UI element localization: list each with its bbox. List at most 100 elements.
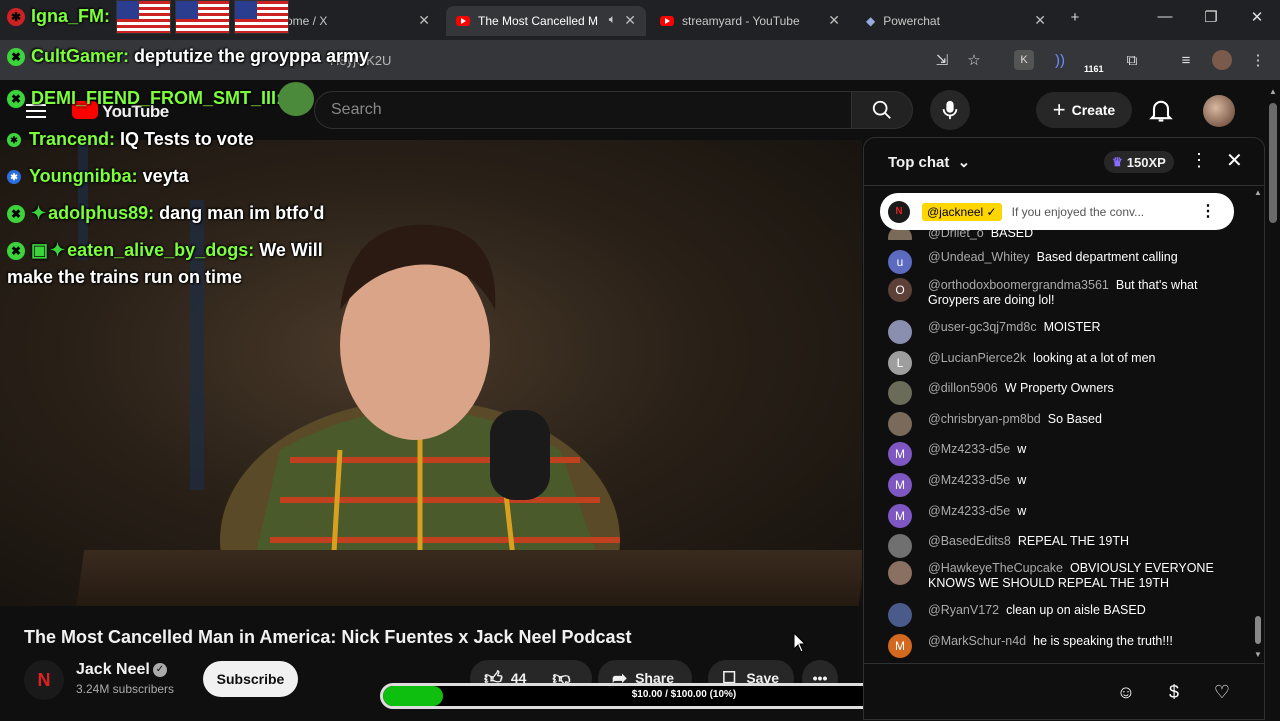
restore-button[interactable]: ❐ [1196, 8, 1226, 26]
chat-text: REPEAL THE 19TH [1017, 534, 1130, 548]
chat-text: w [1017, 473, 1027, 487]
new-tab-button[interactable]: + [1060, 9, 1090, 26]
microphone-icon [942, 100, 958, 120]
chat-message: M @Mz4233-d5e w [888, 473, 1228, 497]
chat-author[interactable]: @HawkeyeTheCupcake [928, 561, 1063, 575]
chat-scrollbar[interactable]: ▲ ▼ [1252, 186, 1264, 661]
chat-text: w [1017, 504, 1027, 518]
notifications-bell-icon[interactable] [1146, 96, 1176, 124]
more-vertical-icon[interactable]: ⋮ [1190, 150, 1208, 171]
chat-text: So Based [1047, 412, 1102, 426]
account-avatar[interactable] [1203, 95, 1235, 127]
user-avatar: M [888, 473, 912, 497]
scroll-up-icon[interactable]: ▲ [1269, 87, 1277, 96]
chat-author[interactable]: @Mz4233-d5e [928, 504, 1010, 518]
chat-author[interactable]: @Mz4233-d5e [928, 473, 1010, 487]
heart-icon[interactable]: ♡ [1210, 680, 1234, 704]
close-icon[interactable]: ✕ [624, 12, 636, 29]
extension-icon[interactable]: K [1014, 50, 1034, 70]
browser-menu-icon[interactable]: ⋮ [1248, 50, 1268, 70]
overlay-username: CultGamer: [31, 46, 130, 66]
overlay-chat-line: ✱ Igna_FM: [7, 6, 110, 27]
channel-avatar[interactable]: N [24, 660, 64, 700]
subscribe-button[interactable]: Subscribe [203, 661, 298, 697]
overlay-chat-line: ✖ CultGamer: deptutize the groyppa army [7, 46, 369, 67]
tab-streamyard[interactable]: streamyard - YouTube ✕ [650, 6, 850, 36]
powerchat-icon: ◆ [866, 14, 876, 28]
page-scroll-thumb[interactable] [1269, 103, 1277, 223]
overlay-username: adolphus89: [48, 203, 155, 223]
overlay-username: eaten_alive_by_dogs: [67, 240, 255, 260]
close-icon[interactable]: ✕ [418, 12, 430, 29]
user-badge-icon: ✖ [7, 48, 25, 66]
extension-badge: 1161 [1084, 64, 1104, 74]
extension-icon[interactable]: )) [1050, 50, 1070, 70]
user-avatar [888, 534, 912, 558]
chat-author[interactable]: @BasedEdits8 [928, 534, 1011, 548]
extensions-puzzle-icon[interactable]: ⧉ [1122, 50, 1142, 70]
user-badge-icon: ✱ [7, 170, 21, 184]
tab-youtube-video[interactable]: The Most Cancelled M 🔈︎ ✕ [446, 6, 646, 36]
tab-label: streamyard - YouTube [682, 14, 800, 28]
minimize-button[interactable]: — [1150, 8, 1180, 25]
user-avatar: u [888, 250, 912, 274]
user-avatar: L [888, 351, 912, 375]
page-scrollbar[interactable]: ▲ [1266, 85, 1280, 720]
search-input[interactable] [315, 92, 851, 128]
chat-author[interactable]: @Mz4233-d5e [928, 442, 1010, 456]
overlay-chat-lines: ✱ Igna_FM: ✖ CultGamer: deptutize the groy… [0, 0, 380, 300]
diamond-icon: ✦ [50, 240, 66, 260]
close-icon[interactable]: ✕ [1226, 148, 1243, 173]
chat-header: Top chat ⌄ ♛ 150XP ⋮ ✕ [864, 138, 1264, 186]
tab-label: Powerchat [883, 14, 940, 28]
more-vertical-icon[interactable]: ⋮ [1200, 201, 1216, 221]
overlay-message: make the trains run on time [7, 267, 243, 287]
us-flag-emote [234, 0, 289, 34]
chat-input-row: ☺ $ ♡ [864, 663, 1264, 721]
chat-author[interactable]: @chrisbryan-pm8bd [928, 412, 1041, 426]
chat-author[interactable]: @user-gc3qj7md8c [928, 320, 1037, 334]
media-control-icon[interactable]: ≡ [1176, 50, 1196, 70]
pinned-message[interactable]: N @jackneel ✓ If you enjoyed the conv...… [880, 193, 1234, 230]
chat-author[interactable]: @MarkSchur-n4d [928, 634, 1026, 648]
chat-author[interactable]: @dillon5906 [928, 381, 998, 395]
create-button[interactable]: + Create [1036, 92, 1132, 128]
overlay-chat-line: ✖ DEMI_FIEND_FROM_SMT_III: [7, 88, 282, 109]
scroll-down-icon[interactable]: ▼ [1254, 650, 1262, 659]
user-badge-icon: ✖ [7, 242, 25, 260]
overlay-message: We Will [259, 240, 323, 260]
user-badge-icon: ✖ [7, 90, 25, 108]
user-badge-icon: ✱ [7, 8, 25, 26]
bookmark-star-icon[interactable]: ☆ [964, 50, 984, 70]
extension-icon[interactable]: 1161 [1084, 50, 1106, 74]
chat-text: Based department calling [1036, 250, 1178, 264]
scroll-up-icon[interactable]: ▲ [1254, 188, 1262, 197]
super-chat-icon[interactable]: $ [1162, 680, 1186, 704]
install-icon[interactable]: ⇲ [932, 50, 952, 70]
plus-icon: + [1052, 97, 1066, 122]
pinned-author: @jackneel ✓ [922, 202, 1002, 221]
close-icon[interactable]: ✕ [1034, 12, 1046, 29]
xp-badge[interactable]: ♛ 150XP [1104, 151, 1174, 173]
chat-author[interactable]: @RyanV172 [928, 603, 999, 617]
chat-author[interactable]: @Undead_Whitey [928, 250, 1030, 264]
channel-name[interactable]: Jack Neel [76, 661, 150, 679]
profile-avatar[interactable] [1212, 50, 1232, 70]
overlay-message: dang man im btfo'd [159, 203, 325, 223]
chat-author[interactable]: @LucianPierce2k [928, 351, 1026, 365]
voice-search-button[interactable] [930, 90, 970, 130]
chat-mode-label: Top chat [888, 154, 950, 171]
user-badge-icon: ✖ [7, 205, 25, 223]
user-avatar [888, 561, 912, 585]
chat-author[interactable]: @orthodoxboomergrandma3561 [928, 278, 1109, 292]
chat-mode-dropdown[interactable]: Top chat ⌄ [888, 153, 970, 171]
close-icon[interactable]: ✕ [828, 12, 840, 29]
youtube-icon [660, 16, 674, 26]
window-close-button[interactable]: ✕ [1242, 8, 1272, 26]
tab-powerchat[interactable]: ◆ Powerchat ✕ [856, 6, 1056, 36]
emoji-icon[interactable]: ☺ [1114, 680, 1138, 704]
search-button[interactable] [851, 91, 913, 129]
chat-scroll-thumb[interactable] [1255, 616, 1261, 644]
tab-label: The Most Cancelled M [478, 14, 599, 28]
search-box[interactable] [314, 91, 852, 129]
